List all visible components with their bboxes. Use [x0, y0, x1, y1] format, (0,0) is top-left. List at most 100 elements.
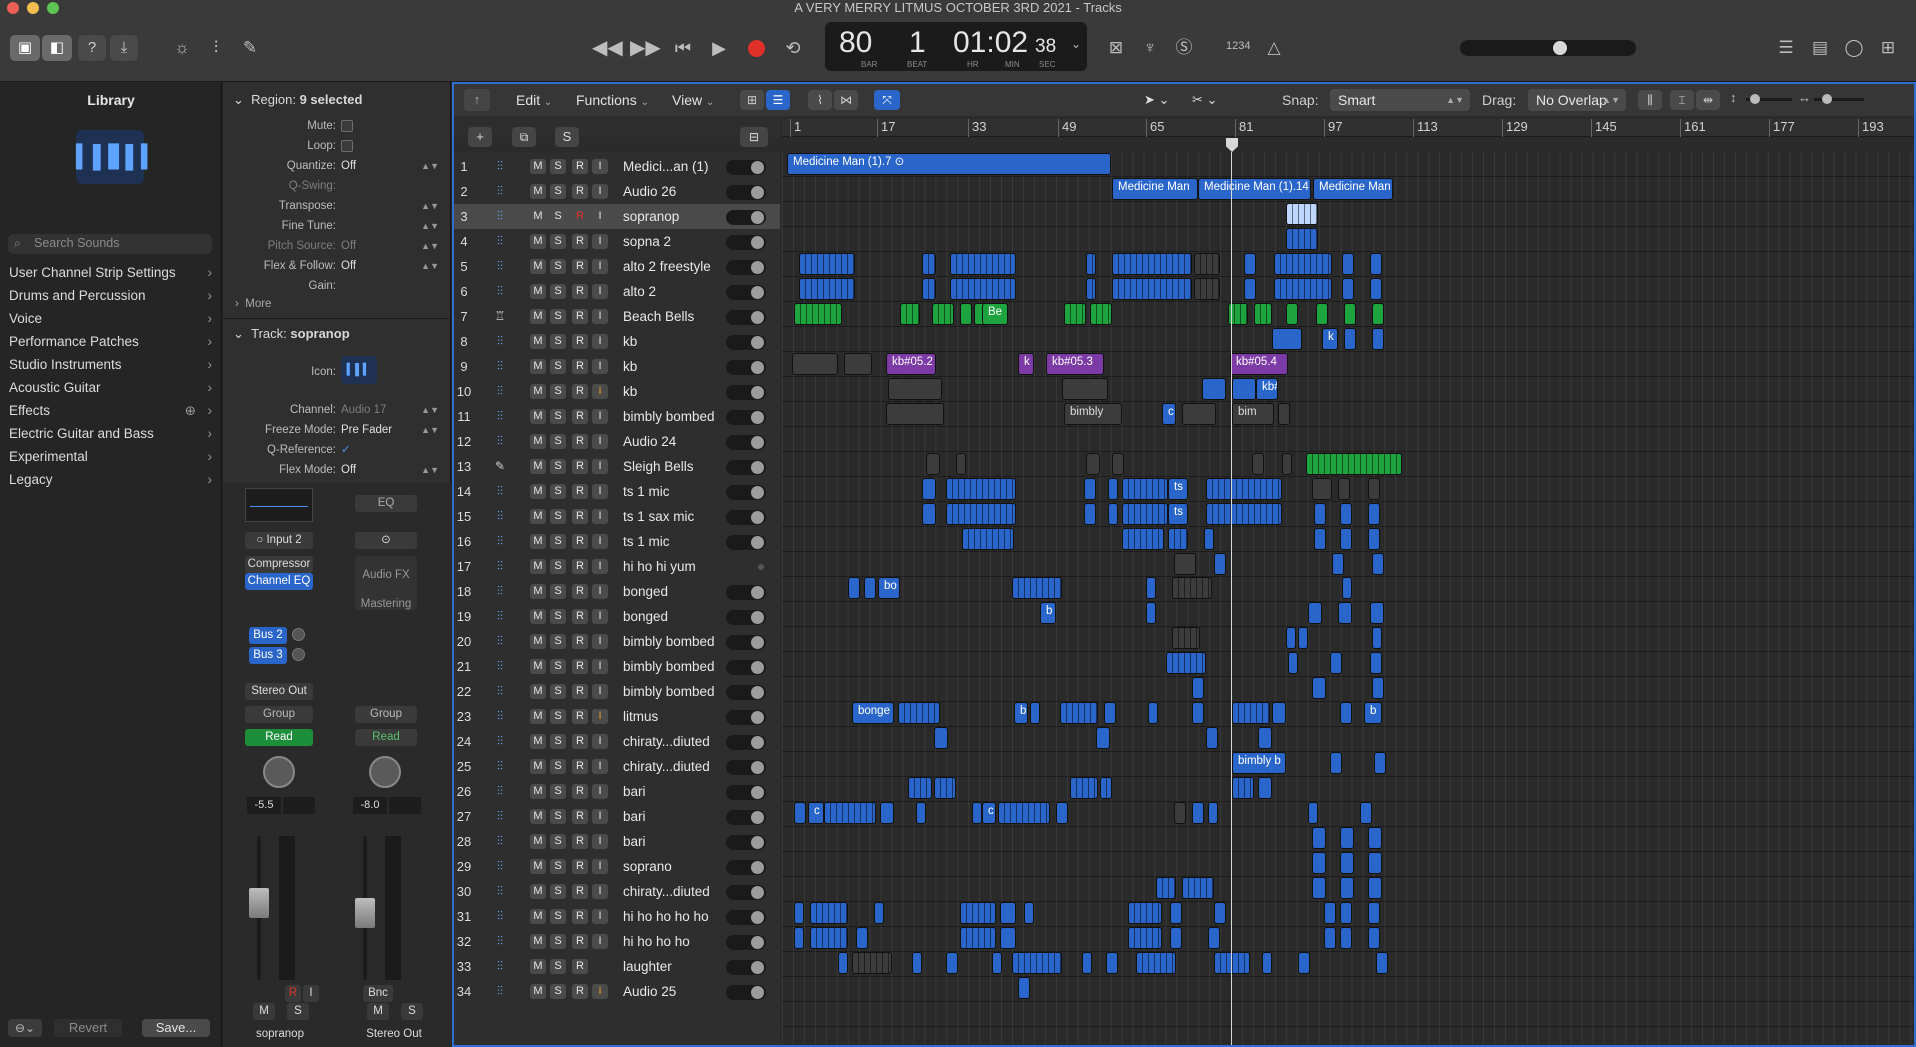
track-solo-button[interactable]: S	[550, 334, 566, 349]
audio-region[interactable]	[1274, 278, 1332, 300]
audio-region[interactable]	[1330, 752, 1342, 774]
track-input-monitor-button[interactable]: I	[592, 309, 608, 324]
audio-region[interactable]	[852, 952, 892, 974]
track-solo-button[interactable]: S	[550, 184, 566, 199]
mastering-slot[interactable]: Mastering	[355, 598, 417, 610]
track-record-button[interactable]: R	[572, 209, 588, 224]
audio-region[interactable]	[1274, 253, 1332, 275]
track-solo-button[interactable]: S	[550, 309, 566, 324]
track-record-button[interactable]: R	[572, 884, 588, 899]
track-record-button[interactable]: R	[572, 984, 588, 999]
midi-region[interactable]	[932, 303, 954, 325]
audio-region[interactable]	[1298, 952, 1310, 974]
audio-region[interactable]	[1272, 702, 1286, 724]
track-mute-button[interactable]: M	[530, 809, 546, 824]
track-on-off-toggle[interactable]	[726, 260, 766, 275]
library-item-user-channel-strip-settings[interactable]: User Channel Strip Settings ›	[0, 261, 222, 284]
track-header-row[interactable]: 17 ⫶⫶ M S R Ihi ho hi yum	[454, 554, 780, 579]
track-name[interactable]: bimbly bombed	[623, 629, 715, 654]
track-name[interactable]: bonged	[623, 604, 668, 629]
track-mute-button[interactable]: M	[530, 234, 546, 249]
track-name[interactable]: chiraty...diuted	[623, 729, 710, 754]
track-mute-button[interactable]: M	[530, 684, 546, 699]
audio-region[interactable]	[1344, 328, 1356, 350]
audio-region[interactable]	[1108, 503, 1118, 525]
audio-region[interactable]	[1372, 627, 1382, 649]
track-header-row[interactable]: 15 ⫶⫶ M S R Its 1 sax mic	[454, 504, 780, 529]
audio-region[interactable]	[946, 952, 958, 974]
track-solo-button[interactable]: S	[550, 884, 566, 899]
track-input-monitor-button[interactable]: I	[592, 759, 608, 774]
audio-region[interactable]	[810, 927, 848, 949]
audio-region[interactable]	[794, 802, 806, 824]
audio-region[interactable]	[1012, 952, 1062, 974]
track-mute-button[interactable]: M	[530, 159, 546, 174]
play-icon[interactable]: ▶	[704, 35, 734, 61]
track-header-row[interactable]: 33 ⫶⫶ M S Rlaughter	[454, 954, 780, 979]
track-record-button[interactable]: R	[572, 859, 588, 874]
library-toggle-button[interactable]: ▣	[10, 35, 40, 61]
audio-region[interactable]	[1340, 852, 1354, 874]
audio-region[interactable]	[1368, 852, 1382, 874]
audio-region[interactable]	[1272, 328, 1302, 350]
audio-region[interactable]	[1024, 902, 1034, 924]
track-on-off-toggle[interactable]	[726, 735, 766, 750]
snap-select[interactable]: Smart ▲▼	[1330, 89, 1470, 111]
midi-region[interactable]	[1254, 303, 1272, 325]
track-solo-button[interactable]: S	[550, 659, 566, 674]
stepper-icon[interactable]: ▲▼	[421, 420, 439, 440]
audio-region[interactable]	[838, 952, 848, 974]
audio-region[interactable]	[1012, 577, 1062, 599]
track-solo-button[interactable]: S	[550, 759, 566, 774]
flex-follow-row[interactable]: Flex & Follow: Off ▲▼	[223, 256, 451, 276]
track-record-button[interactable]: R	[572, 709, 588, 724]
audio-region[interactable]: c	[808, 802, 824, 824]
track-header-row[interactable]: 23 ⫶⫶ M S R Ilitmus	[454, 704, 780, 729]
audio-region[interactable]	[874, 902, 884, 924]
audio-region[interactable]	[1156, 877, 1176, 899]
download-icon[interactable]: ⊕	[185, 399, 196, 422]
track-record-button[interactable]: R	[572, 534, 588, 549]
input-monitor-button[interactable]: I	[303, 985, 319, 1002]
duplicate-track-icon[interactable]: ⧉	[512, 127, 536, 147]
audio-region[interactable]	[1278, 403, 1290, 425]
library-item-legacy[interactable]: Legacy ›	[0, 468, 222, 491]
track-input-monitor-button[interactable]: I	[592, 284, 608, 299]
track-on-off-toggle[interactable]	[726, 685, 766, 700]
track-name[interactable]: soprano	[623, 854, 672, 879]
fast-forward-icon[interactable]: ▶▶	[630, 35, 661, 61]
audio-region[interactable]	[1360, 802, 1372, 824]
audio-region[interactable]	[946, 503, 1016, 525]
audio-region[interactable]	[1136, 952, 1176, 974]
audio-region[interactable]	[799, 278, 855, 300]
audio-region[interactable]	[1342, 253, 1354, 275]
track-input-monitor-button[interactable]: I	[592, 459, 608, 474]
track-input-monitor-button[interactable]: I	[592, 509, 608, 524]
midi-region[interactable]	[1306, 453, 1402, 475]
track-header-row[interactable]: 14 ⫶⫶ M S R Its 1 mic	[454, 479, 780, 504]
track-name[interactable]: hi ho hi yum	[623, 554, 696, 579]
track-input-monitor-button[interactable]: I	[592, 684, 608, 699]
audio-region[interactable]: b	[1040, 602, 1056, 624]
mute-checkbox[interactable]	[341, 120, 353, 132]
track-header-row[interactable]: 7 ♖ M S R I Beach Bells	[454, 304, 780, 329]
track-header-row[interactable]: 29 ⫶⫶ M S R Isoprano	[454, 854, 780, 879]
chevron-down-icon[interactable]: ⌄	[1071, 37, 1081, 51]
audio-region[interactable]: b	[1364, 702, 1382, 724]
audio-region[interactable]	[1368, 902, 1380, 924]
audio-region[interactable]	[1214, 952, 1250, 974]
track-input-monitor-button[interactable]: I	[592, 384, 608, 399]
bar-ruler[interactable]: 1 17 33 49 65 81 97 113 129 145 161 177 …	[782, 119, 1914, 137]
track-on-off-toggle[interactable]	[726, 910, 766, 925]
pointer-tool-icon[interactable]: ➤ ⌄	[1144, 90, 1184, 110]
pan-knob[interactable]	[263, 756, 295, 788]
audio-region[interactable]	[1000, 902, 1016, 924]
track-solo-button[interactable]: S	[550, 834, 566, 849]
track-record-button[interactable]: R	[572, 284, 588, 299]
audio-region[interactable]	[1208, 802, 1218, 824]
audio-region[interactable]	[972, 802, 982, 824]
track-record-button[interactable]: R	[572, 509, 588, 524]
audio-region[interactable]	[1214, 553, 1226, 575]
track-on-off-toggle[interactable]	[726, 485, 766, 500]
grid-view-icon[interactable]: ⊞	[740, 90, 764, 110]
